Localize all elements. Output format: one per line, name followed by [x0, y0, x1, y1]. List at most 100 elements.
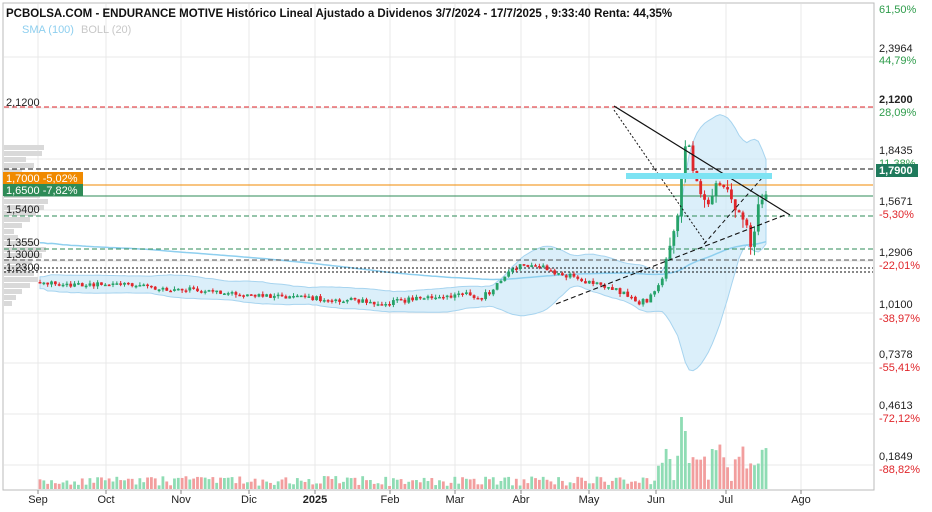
volume-bar	[553, 484, 557, 489]
candle-body	[242, 295, 245, 297]
current-price-label: 1,7900	[879, 165, 913, 177]
volume-profile-bar	[4, 277, 38, 282]
candle-body	[372, 301, 376, 305]
candle-body	[307, 296, 311, 298]
volume-bar	[65, 480, 69, 489]
volume-bar	[541, 476, 545, 489]
candle-body	[53, 281, 57, 285]
volume-bar	[495, 484, 499, 489]
candle-body	[184, 290, 188, 292]
volume-bar	[449, 482, 453, 489]
candle-body	[115, 283, 119, 285]
candle-body	[338, 299, 342, 302]
candle-body	[353, 298, 357, 300]
candle-body	[468, 292, 472, 296]
bollinger-band	[39, 114, 767, 372]
volume-bar	[180, 477, 184, 489]
candle-body	[322, 300, 326, 302]
volume-bar	[484, 476, 487, 489]
volume-bar	[480, 484, 484, 489]
candle-body	[718, 183, 722, 185]
candle-body	[464, 292, 468, 294]
volume-bar	[115, 476, 119, 489]
volume-bar	[514, 478, 518, 489]
time-axis: Sep Oct Nov Dic 2025 Feb Mar Abr May Jun Jul Ago	[28, 490, 811, 506]
volume-bar	[499, 480, 503, 489]
volume-bar	[730, 480, 733, 489]
volume-bar	[584, 480, 587, 489]
candle-body	[100, 282, 103, 285]
candle-body	[57, 284, 61, 286]
candle-body	[760, 199, 764, 205]
volume-profile-bar	[4, 217, 30, 222]
volume-bar	[561, 480, 564, 489]
volume-bar	[276, 481, 280, 489]
volume-bar	[38, 479, 42, 489]
volume-bar	[303, 481, 307, 489]
candle-body	[280, 294, 284, 297]
candle-body	[511, 268, 514, 272]
chart-title: PCBOLSA.COM - ENDURANCE MOTIVE Histórico…	[6, 8, 672, 20]
highlight-zone	[626, 173, 772, 179]
volume-bar	[461, 477, 464, 489]
volume-bar	[472, 478, 476, 489]
volume-bar	[488, 479, 491, 489]
volume-bar	[572, 483, 576, 489]
volume-bar	[637, 482, 641, 489]
volume-bar	[265, 481, 269, 489]
candle-body	[203, 291, 207, 293]
candle-body	[618, 288, 622, 295]
volume-bar	[119, 480, 123, 489]
volume-bar	[142, 482, 146, 489]
volume-bar	[453, 476, 457, 489]
volume-bar	[530, 476, 534, 489]
volume-bar	[234, 483, 238, 489]
candle-body	[484, 292, 487, 300]
price-tick-label: 2,1200	[879, 94, 913, 106]
volume-bar	[73, 481, 76, 489]
candle-body	[518, 264, 522, 270]
candle-body	[626, 291, 630, 297]
volume-bar	[334, 476, 338, 489]
candle-body	[507, 271, 511, 277]
candle-body	[415, 296, 418, 301]
volume-bar	[649, 484, 653, 489]
volume-bar	[292, 484, 295, 489]
percent-tick-label: -5,30%	[879, 209, 914, 221]
candle-body	[741, 212, 745, 220]
volume-bar	[92, 482, 96, 489]
volume-bar	[149, 477, 153, 489]
volume-bar	[664, 448, 668, 489]
candle-body	[737, 210, 741, 213]
candle-body	[545, 265, 549, 271]
volume-bar	[714, 450, 718, 489]
volume-bar	[176, 477, 180, 489]
candle-body	[710, 196, 714, 205]
percent-tick-label: 44,79%	[879, 55, 917, 67]
volume-bar	[576, 476, 580, 489]
candle-body	[119, 283, 123, 285]
volume-profile-bar	[4, 295, 16, 300]
x-tick-label: Oct	[97, 494, 114, 506]
volume-bar	[322, 476, 326, 489]
candle-body	[234, 292, 238, 295]
price-tick-label: 1,5671	[879, 196, 913, 208]
candle-body	[403, 299, 407, 303]
price-tick-label: 2,3964	[879, 43, 913, 55]
legend-sma: SMA (100)	[22, 24, 74, 36]
level-label-1-355: 1,3550	[6, 237, 40, 249]
volume-bar	[599, 477, 603, 489]
volume-bar	[603, 481, 607, 489]
volume-bar	[418, 482, 422, 489]
volume-bar	[568, 482, 572, 489]
candle-body	[457, 293, 461, 295]
candle-body	[453, 294, 457, 298]
volume-bar	[680, 417, 683, 489]
candle-body	[526, 265, 530, 267]
candle-body	[514, 268, 518, 271]
candle-body	[449, 295, 453, 298]
volume-bar	[384, 476, 388, 489]
volume-bar	[134, 484, 138, 489]
candle-body	[219, 290, 222, 294]
candle-body	[422, 298, 426, 300]
